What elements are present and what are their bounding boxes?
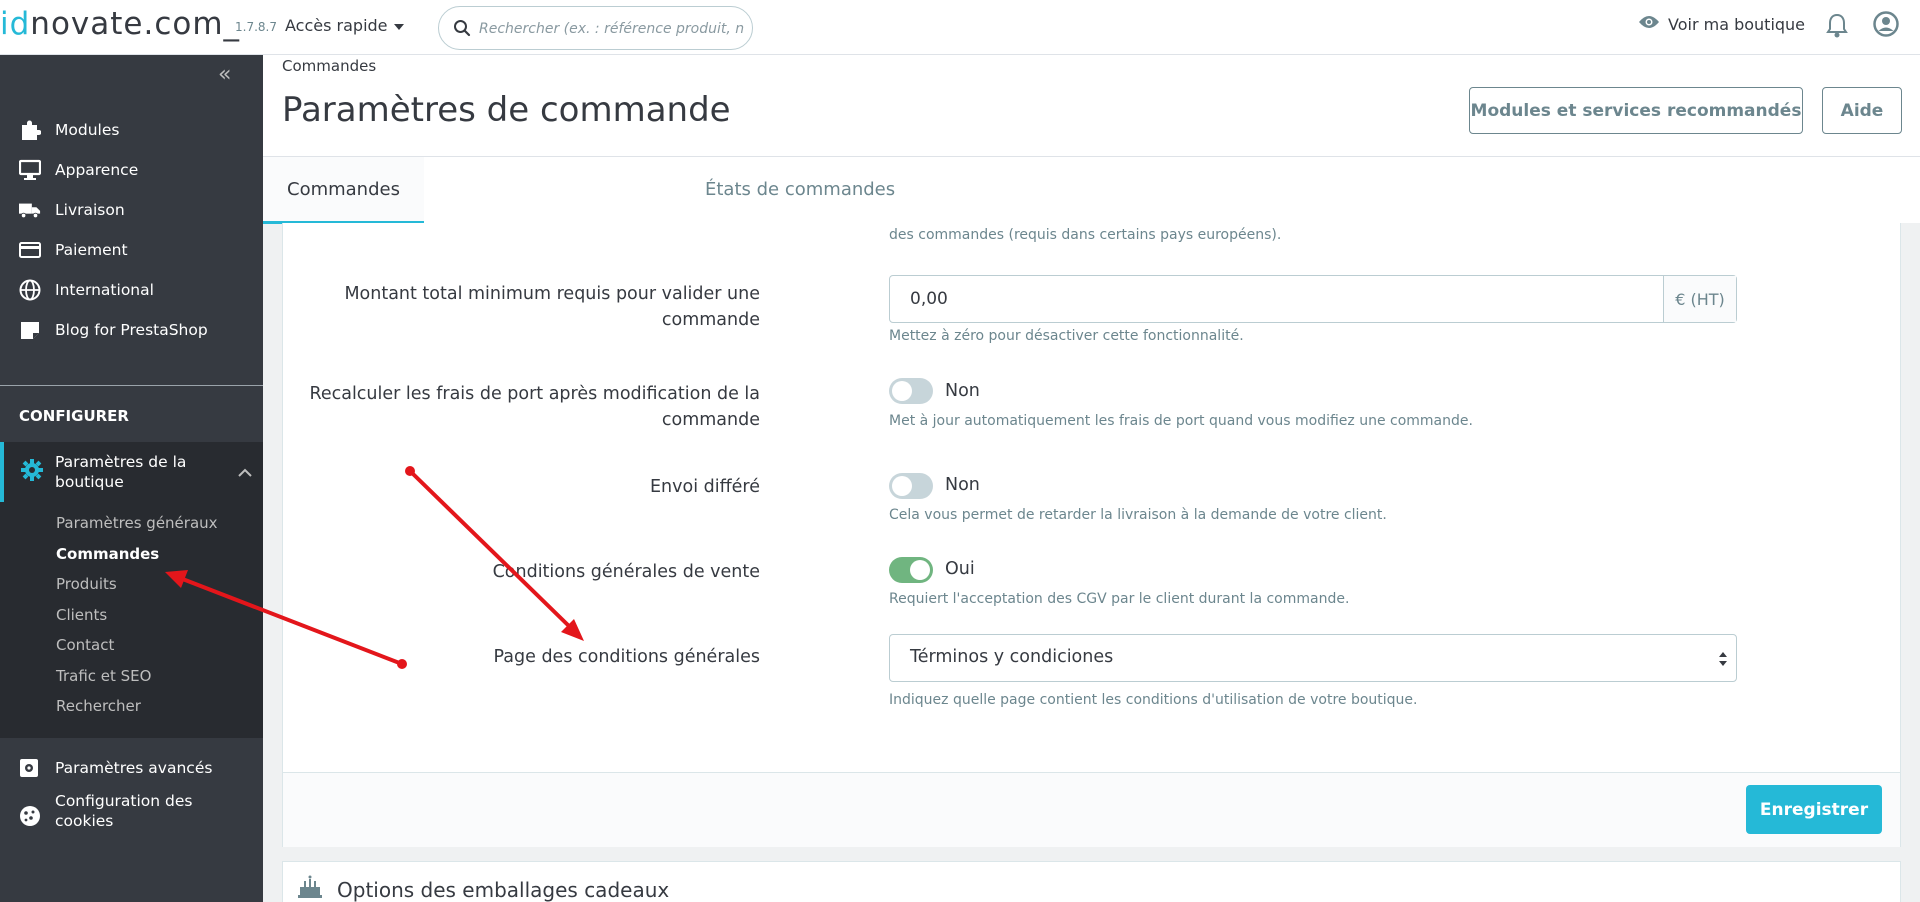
submenu-products[interactable]: Produits [56,575,117,593]
submenu-traffic-seo[interactable]: Trafic et SEO [56,667,151,685]
shop-parameters-submenu: Paramètres généraux Commandes Produits C… [0,502,263,738]
top-header: idnovate.com_ 1.7.8.7 Accès rapide Voir … [0,0,1920,55]
terms-toggle[interactable] [889,557,933,583]
submenu-contact[interactable]: Contact [56,636,114,654]
sidebar-item-appearance[interactable]: Apparence [0,150,263,190]
recalc-shipping-state: Non [945,381,980,401]
recalc-shipping-toggle[interactable] [889,378,933,404]
delayed-shipping-state: Non [945,475,980,495]
select-arrows-icon [1718,651,1728,671]
sidebar: « Modules Apparence Livraison Paiement I… [0,55,263,902]
search-input[interactable] [479,17,744,41]
sidebar-item-shop-parameters[interactable]: Paramètres de la boutique [0,442,263,502]
tabs-bar: Commandes États de commandes [263,156,1920,224]
sidebar-item-advanced[interactable]: Paramètres avancés [0,749,263,789]
section-configure: CONFIGURER [19,407,129,425]
submenu-search[interactable]: Rechercher [56,697,141,715]
user-account-icon[interactable] [1873,11,1899,41]
search-box[interactable] [438,6,753,50]
delayed-shipping-help: Cela vous permet de retarder la livraiso… [889,507,1387,523]
min-amount-group: € (HT) [889,275,1737,323]
shop-logo[interactable]: idnovate.com_ [0,6,240,42]
terms-page-help: Indiquez quelle page contient les condit… [889,692,1418,708]
terms-label: Conditions générales de vente [492,562,760,582]
view-shop-label: Voir ma boutique [1668,14,1806,34]
page-header: Commandes Paramètres de commande Modules… [263,55,1920,224]
submenu-orders[interactable]: Commandes [56,545,159,563]
tab-order-states-label: États de commandes [705,179,896,200]
save-button[interactable]: Enregistrer [1746,785,1882,834]
version-label: 1.7.8.7 [235,20,277,34]
breadcrumb[interactable]: Commandes [282,57,376,75]
credit-card-icon [19,239,41,261]
note-icon [19,319,41,341]
chevron-up-icon [238,462,252,481]
page-title: Paramètres de commande [282,90,731,130]
terms-page-label: Page des conditions générales [493,647,760,667]
gift-options-title: Options des emballages cadeaux [337,878,670,902]
min-amount-input[interactable] [890,276,1663,322]
cut-help-text: des commandes (requis dans certains pays… [889,227,1282,243]
globe-icon [19,279,41,301]
sidebar-item-international[interactable]: International [0,270,263,310]
submenu-customers[interactable]: Clients [56,606,107,624]
sidebar-item-cookies[interactable]: Configuration des cookies [0,791,263,841]
delayed-shipping-toggle[interactable] [889,473,933,499]
quick-access-dropdown[interactable]: Accès rapide [285,16,404,35]
gift-options-card: Options des emballages cadeaux [282,861,1901,902]
gear-box-icon [19,758,39,782]
min-amount-help: Mettez à zéro pour désactiver cette fonc… [889,328,1244,344]
tab-orders[interactable]: Commandes [263,157,424,224]
sidebar-item-payment[interactable]: Paiement [0,230,263,270]
tab-order-states[interactable]: États de commandes [681,157,919,224]
cookie-icon [19,805,41,831]
sidebar-item-shipping[interactable]: Livraison [0,190,263,230]
order-options-card: des commandes (requis dans certains pays… [282,223,1901,847]
submenu-general[interactable]: Paramètres généraux [56,514,218,532]
puzzle-icon [19,119,41,141]
terms-state: Oui [945,559,975,579]
terms-help: Requiert l'acceptation des CGV par le cl… [889,591,1350,607]
recommended-modules-button[interactable]: Modules et services recommandés [1469,87,1803,134]
recalc-shipping-help: Met à jour automatiquement les frais de … [889,413,1473,429]
sidebar-item-modules[interactable]: Modules [0,110,263,150]
delayed-shipping-label: Envoi différé [649,477,760,497]
gear-icon [21,459,43,485]
collapse-sidebar-icon[interactable]: « [218,62,231,87]
recalc-shipping-label: Recalculer les frais de port après modif… [309,384,760,430]
monitor-icon [19,159,41,181]
eye-icon [1638,14,1660,34]
help-button[interactable]: Aide [1822,87,1902,134]
bell-icon[interactable] [1826,13,1848,43]
caret-down-icon [393,23,404,30]
sidebar-item-blog[interactable]: Blog for PrestaShop [0,310,263,350]
cake-icon [297,874,323,902]
min-amount-label: Montant total minimum requis pour valide… [344,284,760,330]
sidebar-divider [0,385,263,386]
search-icon[interactable] [453,19,471,41]
terms-page-select[interactable]: Términos y condiciones [889,634,1737,682]
card-footer: Enregistrer [283,772,1900,847]
view-shop-link[interactable]: Voir ma boutique [1638,14,1805,34]
currency-addon: € (HT) [1663,276,1736,322]
terms-page-value: Términos y condiciones [910,647,1114,667]
truck-icon [19,199,41,221]
